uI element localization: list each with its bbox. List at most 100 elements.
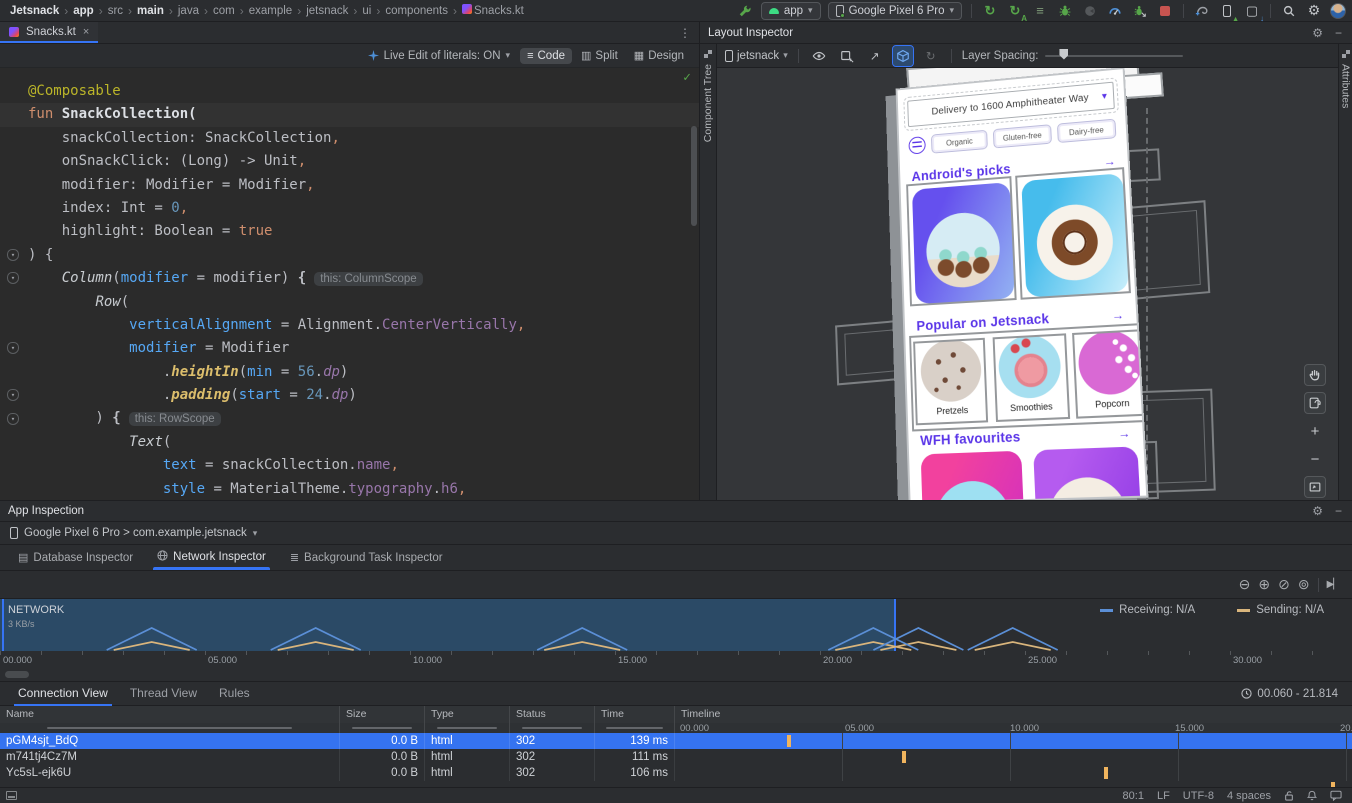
snack-card[interactable] [1021,173,1129,297]
gradle-sync-icon[interactable] [1193,2,1211,20]
tab-database-inspector[interactable]: ▤Database Inspector [8,547,143,570]
code-line[interactable]: .padding(start = 24.dp) [0,384,699,407]
component-tree-tab[interactable]: Component Tree [700,44,717,500]
column-header-status[interactable]: Status [510,706,595,723]
breadcrumb-item[interactable]: com [213,5,235,17]
code-editor[interactable]: @Composablefun SnackCollection( snackCol… [0,68,699,500]
snack-item[interactable]: Pretzels [919,338,984,418]
search-everywhere-icon[interactable] [1280,2,1298,20]
profiler-disabled-icon[interactable] [1081,2,1099,20]
fold-marker-icon[interactable]: ▾ [7,249,19,261]
code-line[interactable]: ) { [0,244,699,267]
tab-thread-view[interactable]: Thread View [120,682,207,705]
column-header-size[interactable]: Size [340,706,425,723]
profile-gauge-icon[interactable] [1106,2,1124,20]
breadcrumb-item[interactable]: Snacks.kt [462,4,524,17]
code-line[interactable]: style = MaterialTheme.typography.h6, [0,478,699,500]
mode-code-button[interactable]: ≡ Code [520,48,572,64]
jump-to-live-icon[interactable]: ▶▏ [1327,579,1340,590]
snack-item[interactable]: Popcorn [1076,329,1146,411]
filter-icon[interactable] [908,136,925,155]
slider-thumb[interactable] [1059,49,1068,60]
column-header-timeline[interactable]: Timeline [675,706,1352,723]
code-line[interactable]: Column(modifier = modifier) {this: Colum… [0,267,699,290]
table-row-partial[interactable] [0,781,1352,787]
avatar[interactable] [1330,3,1346,19]
breadcrumb-item[interactable]: example [249,5,292,17]
code-line[interactable]: ) {this: RowScope [0,407,699,430]
device-manager-icon[interactable]: ▲ [1218,2,1236,20]
zoom-out-button[interactable]: − [1304,448,1326,470]
table-row[interactable]: pGM4sjt_BdQ0.0 Bhtml302139 ms [0,733,1352,749]
tab-network-inspector[interactable]: Network Inspector [147,546,276,570]
attach-debugger-icon[interactable] [1131,2,1149,20]
column-header-time[interactable]: Time [595,706,675,723]
filter-chip[interactable]: Gluten-free [993,124,1051,148]
zoom-in-button[interactable]: + [1304,420,1326,442]
code-line[interactable]: fun SnackCollection( [0,103,699,126]
timeline-scrollbar[interactable] [5,671,29,678]
zoom-in-circle-icon[interactable]: ⊕ [1258,576,1270,593]
inspection-process-selector[interactable]: Google Pixel 6 Pro > com.example.jetsnac… [0,522,1352,545]
inspections-ok-check-icon[interactable]: ✓ [683,70,691,85]
tab-snacks-kt[interactable]: Snacks.kt × [0,22,98,43]
fit-to-screen-icon[interactable] [1304,476,1326,498]
filter-chip[interactable]: Organic [931,130,988,154]
code-line[interactable]: onSnackClick: (Long) -> Unit, [0,150,699,173]
snack-card[interactable] [921,451,1027,500]
layer-spacing-slider[interactable] [1045,55,1183,57]
zoom-out-circle-icon[interactable]: ⊖ [1239,576,1251,593]
notifications-bell-icon[interactable] [1307,790,1317,801]
filter-chip[interactable]: Dairy-free [1057,119,1117,144]
apply-changes-restart-button[interactable]: ↻ [981,2,999,20]
code-line[interactable]: highlight: Boolean = true [0,220,699,243]
mode-3d-button[interactable] [893,46,913,66]
snack-item[interactable]: Smoothies [997,334,1064,415]
column-header-name[interactable]: Name [0,706,340,723]
reset-view-icon[interactable] [1304,392,1326,414]
layout-widget-icon[interactable] [6,791,17,800]
tab-connection-view[interactable]: Connection View [8,682,118,705]
build-wrench-icon[interactable] [736,2,754,20]
table-row[interactable]: m741tj4Cz7M0.0 Bhtml302111 ms [0,749,1352,765]
code-line[interactable]: modifier: Modifier = Modifier, [0,174,699,197]
breadcrumb-item[interactable]: src [108,5,123,17]
debug-bug-icon[interactable] [1056,2,1074,20]
snack-card[interactable] [912,182,1015,304]
panel-minimize-icon[interactable]: − [1335,26,1342,40]
live-edit-dropdown[interactable]: Live Edit of literals: ON ▾ [368,50,511,62]
apply-code-changes-button[interactable]: ↻A [1006,2,1024,20]
breadcrumb-item[interactable]: java [178,5,199,17]
pan-hand-icon[interactable] [1304,364,1326,386]
code-line[interactable]: .heightIn(min = 56.dp) [0,361,699,384]
reset-zoom-icon[interactable]: ⊘ [1278,576,1290,593]
mode-design-button[interactable]: ▦ Design [627,47,691,64]
code-line[interactable]: Row( [0,291,699,314]
file-encoding[interactable]: UTF-8 [1183,790,1214,802]
phone-screen[interactable]: Delivery to 1600 Amphitheater Way ▾ Orga… [896,68,1149,500]
section-header[interactable]: WFH favourites → [920,425,1131,449]
run-history-icon[interactable]: ≡ [1031,2,1049,20]
breadcrumb-item[interactable]: app [73,5,93,17]
code-line[interactable]: @Composable [0,80,699,103]
lock-icon[interactable] [1284,790,1294,801]
stop-button[interactable] [1156,2,1174,20]
tab-rules[interactable]: Rules [209,682,260,705]
popout-icon[interactable]: ↗ [865,46,885,66]
panel-settings-gear-icon[interactable]: ⚙ [1312,26,1323,40]
line-separator[interactable]: LF [1157,790,1170,802]
view-options-eye-icon[interactable] [809,46,829,66]
panel-minimize-icon[interactable]: − [1335,504,1342,518]
code-line[interactable]: text = snackCollection.name, [0,454,699,477]
mode-split-button[interactable]: ▥ Split [574,47,625,64]
network-usage-chart[interactable]: NETWORK 3 KB/s Receiving: N/A Sending: N… [0,599,1352,651]
tab-background-task-inspector[interactable]: ≣Background Task Inspector [280,547,453,570]
process-selector[interactable]: jetsnack ▾ [725,50,788,62]
caret-position[interactable]: 80:1 [1123,790,1144,802]
code-line[interactable]: verticalAlignment = Alignment.CenterVert… [0,314,699,337]
fold-marker-icon[interactable]: ▾ [7,413,19,425]
run-config-selector[interactable]: app ▾ [761,2,821,20]
column-header-type[interactable]: Type [425,706,510,723]
editor-scrollbar[interactable] [691,126,697,226]
layout-inspector-viewport[interactable]: Delivery to 1600 Amphitheater Way ▾ Orga… [717,68,1338,500]
